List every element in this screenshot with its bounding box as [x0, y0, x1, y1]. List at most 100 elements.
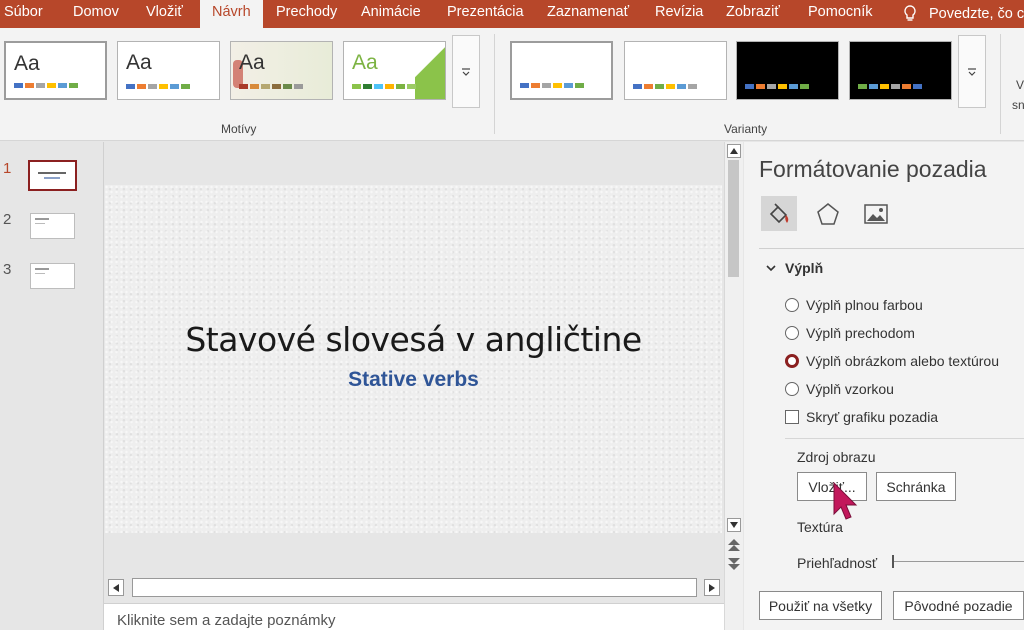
slide-title[interactable]: Stavové slovesá v angličtine — [105, 320, 722, 359]
theme-aa-label: Aa — [14, 52, 40, 75]
fill-gradient-option[interactable]: Výplň prechodom — [785, 325, 915, 341]
more-dropdown-icon — [968, 67, 976, 76]
pentagon-icon — [817, 202, 839, 225]
theme-facet-green[interactable]: Aa — [343, 41, 446, 100]
tab-insert[interactable]: Vložiť — [146, 0, 183, 28]
tell-me-text: Povedzte, čo c — [929, 6, 1024, 22]
pane-divider — [759, 248, 1024, 249]
variants-more-button[interactable] — [958, 35, 986, 108]
tab-view[interactable]: Zobraziť — [726, 0, 780, 28]
tab-help[interactable]: Pomocník — [808, 0, 872, 28]
paint-bucket-icon — [769, 202, 789, 223]
previous-slide-icon[interactable] — [728, 539, 740, 553]
checkbox[interactable] — [785, 410, 799, 424]
clipboard-button[interactable]: Schránka — [876, 472, 956, 501]
theme-aa-label: Aa — [239, 51, 265, 74]
tab-file[interactable]: Súbor — [4, 0, 43, 28]
variant-1[interactable] — [510, 41, 613, 100]
slide-subtitle[interactable]: Stative verbs — [105, 368, 722, 392]
fill-section-header[interactable]: Výplň — [766, 260, 823, 276]
scroll-up-button[interactable] — [727, 144, 741, 158]
slide-editor: Stavové slovesá v angličtine Stative ver… — [104, 142, 724, 580]
theme-aa-label: Aa — [126, 51, 152, 74]
option-label: Výplň obrázkom alebo textúrou — [806, 353, 999, 369]
themes-group-label: Motívy — [221, 122, 257, 136]
variant-swatches — [858, 84, 922, 89]
tell-me-box[interactable]: Povedzte, čo c — [903, 0, 1024, 28]
theme-office-2[interactable]: Aa — [117, 41, 220, 100]
vertical-scrollbar[interactable] — [724, 142, 743, 630]
tab-review[interactable]: Revízia — [655, 0, 703, 28]
format-background-pane: Formátovanie pozadia Výplň Výplň plnou f… — [744, 142, 1024, 630]
reset-background-button[interactable]: Pôvodné pozadie — [893, 591, 1024, 620]
tab-record[interactable]: Zaznamenať — [547, 0, 629, 28]
scroll-right-button[interactable] — [704, 579, 720, 596]
slide-thumbnail[interactable] — [28, 160, 77, 191]
scroll-left-button[interactable] — [108, 579, 124, 596]
themes-more-button[interactable] — [452, 35, 480, 108]
notes-placeholder: Kliknite sem a zadajte poznámky — [117, 612, 336, 629]
next-slide-icon[interactable] — [728, 558, 740, 572]
effects-tab[interactable] — [810, 196, 846, 231]
tab-slideshow[interactable]: Prezentácia — [447, 0, 524, 28]
radio-button-selected[interactable] — [785, 354, 799, 368]
theme-swatches — [352, 84, 416, 89]
option-label: Výplň plnou farbou — [806, 297, 923, 313]
tab-design[interactable]: Návrh — [200, 0, 263, 28]
radio-button[interactable] — [785, 298, 799, 312]
variant-2[interactable] — [624, 41, 727, 100]
theme-swatches — [239, 84, 303, 89]
slide-number: 1 — [3, 160, 12, 177]
options-divider — [785, 438, 1024, 439]
apply-to-all-button[interactable]: Použiť na všetky — [759, 591, 882, 620]
mouse-pointer-icon — [833, 482, 858, 520]
ribbon-partial-label: sn — [1012, 98, 1024, 112]
fill-pattern-option[interactable]: Výplň vzorkou — [785, 381, 894, 397]
notes-pane[interactable]: Kliknite sem a zadajte poznámky — [104, 603, 724, 630]
fill-tab[interactable] — [761, 196, 797, 231]
slide-number: 3 — [3, 261, 12, 278]
theme-facet-red[interactable]: Aa — [230, 41, 333, 100]
fill-solid-option[interactable]: Výplň plnou farbou — [785, 297, 923, 313]
horizontal-scrollbar[interactable] — [104, 574, 724, 602]
transparency-label: Priehľadnosť — [797, 555, 878, 571]
variant-4[interactable] — [849, 41, 952, 100]
more-dropdown-icon — [462, 67, 470, 76]
picture-tab[interactable] — [858, 196, 894, 231]
slide-thumbnail[interactable] — [30, 213, 75, 239]
radio-button[interactable] — [785, 382, 799, 396]
ribbon-tabbar: Súbor Domov Vložiť Návrh Prechody Animác… — [0, 0, 1024, 28]
fill-picture-option[interactable]: Výplň obrázkom alebo textúrou — [785, 353, 999, 369]
tab-home[interactable]: Domov — [73, 0, 119, 28]
arrow-up-icon — [730, 148, 738, 154]
image-source-label: Zdroj obrazu — [797, 449, 876, 465]
group-divider — [494, 34, 495, 134]
theme-office[interactable]: Aa — [4, 41, 107, 100]
slide-thumbnail[interactable] — [30, 263, 75, 289]
tab-transitions[interactable]: Prechody — [276, 0, 337, 28]
variant-swatches — [745, 84, 809, 89]
transparency-slider-track[interactable] — [894, 561, 1024, 562]
hide-graphics-option[interactable]: Skryť grafiku pozadia — [785, 409, 938, 425]
arrow-right-icon — [709, 583, 715, 592]
variants-group-label: Varianty — [724, 122, 768, 136]
scroll-down-button[interactable] — [727, 518, 741, 532]
slide-thumbnail-pane: 1 2 3 — [0, 142, 104, 630]
slide-canvas[interactable]: Stavové slovesá v angličtine Stative ver… — [105, 185, 722, 533]
variant-swatches — [633, 84, 697, 89]
option-label: Výplň prechodom — [806, 325, 915, 341]
lightbulb-icon — [904, 5, 916, 21]
ribbon-design: Aa Aa Aa Aa Motívy Varianty V sn — [0, 28, 1024, 141]
group-divider — [1000, 34, 1001, 134]
variant-3[interactable] — [736, 41, 839, 100]
radio-button[interactable] — [785, 326, 799, 340]
pane-title: Formátovanie pozadia — [759, 156, 987, 182]
slide-number: 2 — [3, 211, 12, 228]
fill-section-label: Výplň — [785, 260, 824, 276]
tab-animations[interactable]: Animácie — [361, 0, 421, 28]
chevron-down-icon — [766, 264, 776, 271]
arrow-left-icon — [113, 583, 119, 592]
scroll-thumb[interactable] — [728, 160, 739, 277]
ribbon-partial-label: V — [1016, 78, 1024, 92]
scroll-track[interactable] — [132, 578, 697, 597]
